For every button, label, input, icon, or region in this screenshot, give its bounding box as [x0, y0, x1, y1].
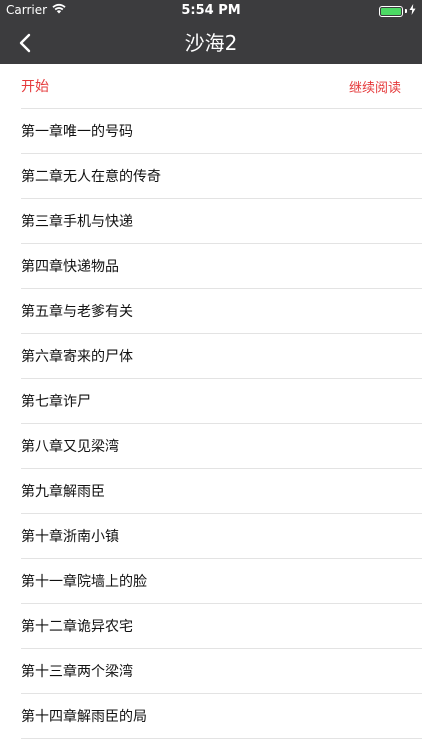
status-time: 5:54 PM [181, 3, 241, 18]
chapter-row[interactable]: 第十二章诡异农宅 [21, 604, 422, 649]
chapter-title: 第十二章诡异农宅 [21, 619, 133, 635]
chapter-title: 第二章无人在意的传奇 [21, 169, 161, 185]
chapter-row[interactable]: 第八章又见梁湾 [21, 424, 422, 469]
chapter-title: 第十三章两个梁湾 [21, 664, 133, 680]
chapter-title: 第一章唯一的号码 [21, 124, 133, 140]
chapter-title: 第十一章院墙上的脸 [21, 574, 147, 590]
chapter-row[interactable]: 第三章手机与快递 [21, 199, 422, 244]
reading-actions-row: 开始 继续阅读 [21, 64, 422, 109]
chapter-row[interactable]: 第十章浙南小镇 [21, 514, 422, 559]
chapter-row[interactable]: 第七章诈尸 [21, 379, 422, 424]
start-reading-button[interactable]: 开始 [21, 76, 49, 96]
chapter-title: 第七章诈尸 [21, 394, 91, 410]
navigation-bar: 沙海2 [0, 22, 422, 64]
chapter-title: 第五章与老爹有关 [21, 304, 133, 320]
chapter-row[interactable]: 第六章寄来的尸体 [21, 334, 422, 379]
chapter-title: 第三章手机与快递 [21, 214, 133, 230]
chapter-title: 第十章浙南小镇 [21, 529, 119, 545]
continue-reading-button[interactable]: 继续阅读 [349, 77, 401, 96]
chapter-row[interactable]: 第五章与老爹有关 [21, 289, 422, 334]
battery-indicator [379, 4, 416, 18]
chapter-title: 第九章解雨臣 [21, 484, 105, 500]
chapter-list: 开始 继续阅读 第一章唯一的号码 第二章无人在意的传奇 第三章手机与快递 第四章… [0, 64, 422, 739]
battery-tip [405, 9, 407, 13]
chapter-row[interactable]: 第一章唯一的号码 [21, 109, 422, 154]
chapter-title: 第八章又见梁湾 [21, 439, 119, 455]
charging-bolt-icon [409, 4, 416, 18]
chapter-row[interactable]: 第四章快递物品 [21, 244, 422, 289]
status-bar: Carrier 5:54 PM [0, 0, 422, 22]
chapter-row[interactable]: 第九章解雨臣 [21, 469, 422, 514]
chapter-row[interactable]: 第二章无人在意的传奇 [21, 154, 422, 199]
chapter-row[interactable]: 第十三章两个梁湾 [21, 649, 422, 694]
chapter-title: 第六章寄来的尸体 [21, 349, 133, 365]
chapter-row[interactable]: 第十四章解雨臣的局 [21, 694, 422, 739]
chapter-title: 第四章快递物品 [21, 259, 119, 275]
chapter-title: 第十四章解雨臣的局 [21, 709, 147, 725]
chapter-row[interactable]: 第十一章院墙上的脸 [21, 559, 422, 604]
page-title: 沙海2 [184, 31, 238, 55]
battery-icon [379, 5, 403, 17]
battery-level-fill [381, 7, 401, 15]
